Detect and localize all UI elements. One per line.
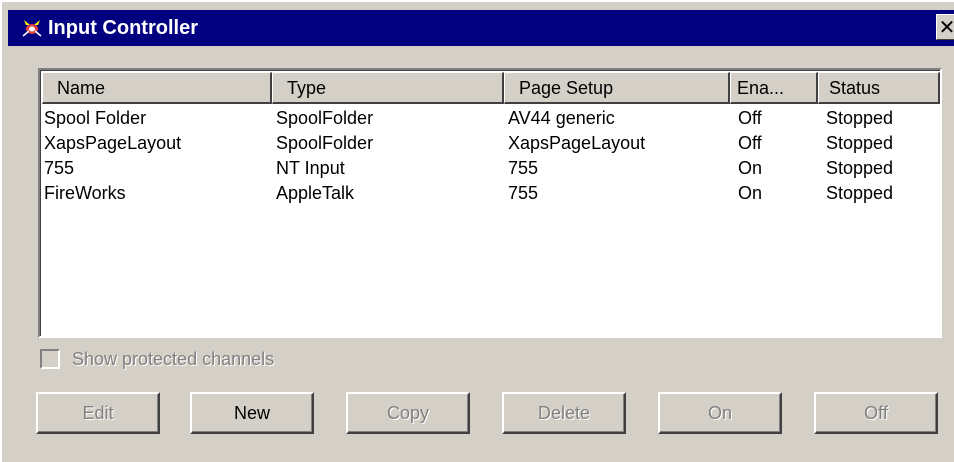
- column-header-page-setup[interactable]: Page Setup: [504, 72, 730, 104]
- cell-status: Stopped: [826, 183, 894, 203]
- cell-type: NT Input: [276, 158, 345, 178]
- cell-type: SpoolFolder: [276, 108, 374, 128]
- cell-name: XapsPageLayout: [44, 133, 182, 153]
- cell-enabled: Off: [738, 108, 762, 128]
- delete-button[interactable]: Delete: [502, 392, 626, 434]
- cell-status: Stopped: [826, 158, 894, 178]
- cell-type: SpoolFolder: [276, 133, 374, 153]
- window-title: Input Controller: [48, 17, 198, 39]
- cell-name: FireWorks: [44, 183, 126, 203]
- close-button[interactable]: ✕: [936, 14, 954, 40]
- cell-page-setup: AV44 generic: [508, 108, 615, 128]
- list-rows: Spool Folder SpoolFolder AV44 generic Of…: [42, 106, 940, 206]
- cell-type: AppleTalk: [276, 183, 355, 203]
- edit-button[interactable]: Edit: [36, 392, 160, 434]
- table-row[interactable]: 755 NT Input 755 On Stopped: [42, 156, 940, 181]
- on-button[interactable]: On: [658, 392, 782, 434]
- channel-list[interactable]: Name Type Page Setup Ena... Status Spool…: [38, 68, 942, 338]
- table-row[interactable]: Spool Folder SpoolFolder AV44 generic Of…: [42, 106, 940, 131]
- column-header-type[interactable]: Type: [272, 72, 504, 104]
- cell-name: Spool Folder: [44, 108, 147, 128]
- column-header-enabled[interactable]: Ena...: [730, 72, 818, 104]
- table-row[interactable]: FireWorks AppleTalk 755 On Stopped: [42, 181, 940, 206]
- show-protected-checkbox[interactable]: Show protected channels: [40, 347, 360, 371]
- list-header: Name Type Page Setup Ena... Status: [42, 72, 940, 104]
- cell-name: 755: [44, 158, 75, 178]
- cell-status: Stopped: [826, 133, 894, 153]
- column-header-status[interactable]: Status: [818, 72, 940, 104]
- show-protected-label: Show protected channels: [72, 349, 275, 369]
- cell-page-setup: 755: [508, 183, 539, 203]
- cell-enabled: On: [738, 183, 763, 203]
- input-controller-icon: [22, 20, 42, 37]
- cell-enabled: Off: [738, 133, 762, 153]
- cell-status: Stopped: [826, 108, 894, 128]
- copy-button[interactable]: Copy: [346, 392, 470, 434]
- checkbox-box[interactable]: [40, 349, 60, 369]
- cell-page-setup: XapsPageLayout: [508, 133, 646, 153]
- new-button[interactable]: New: [190, 392, 314, 434]
- cell-enabled: On: [738, 158, 763, 178]
- cell-page-setup: 755: [508, 158, 539, 178]
- table-row[interactable]: XapsPageLayout SpoolFolder XapsPageLayou…: [42, 131, 940, 156]
- input-controller-window: Input Controller ✕ Name Type Page Setup …: [0, 0, 954, 462]
- close-icon: ✕: [938, 15, 954, 39]
- column-header-name[interactable]: Name: [42, 72, 272, 104]
- off-button[interactable]: Off: [814, 392, 938, 434]
- title-bar[interactable]: Input Controller ✕: [8, 10, 954, 46]
